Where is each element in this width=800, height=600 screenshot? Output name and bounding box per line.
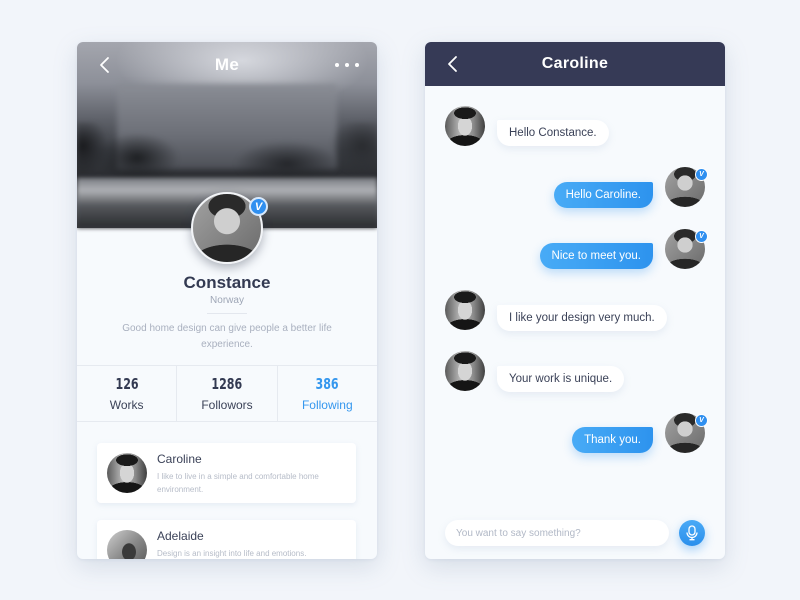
page-title: Me: [214, 55, 240, 74]
chat-header: Caroline: [425, 42, 725, 86]
verified-badge-icon: V: [695, 414, 708, 427]
chevron-left-icon: [448, 56, 457, 72]
stat-value: 126: [115, 375, 139, 393]
profile-screen: Me V Constance Norway Good home design c…: [77, 42, 377, 559]
back-button[interactable]: [95, 55, 115, 75]
stat-followers[interactable]: 1286 Followors: [177, 366, 278, 421]
avatar[interactable]: [445, 106, 485, 146]
back-button[interactable]: [443, 54, 463, 74]
verified-badge-icon: V: [695, 230, 708, 243]
divider: [207, 313, 247, 314]
stat-label: Followors: [201, 398, 253, 412]
voice-input-button[interactable]: [679, 520, 705, 546]
contact-name: Caroline: [157, 452, 202, 466]
contact-list-item[interactable]: Adelaide Design is an insight into life …: [97, 520, 356, 559]
message-bubble-incoming: Hello Constance.: [497, 120, 609, 146]
stat-label: Works: [109, 398, 144, 412]
profile-location: Norway: [210, 295, 244, 306]
stat-value: 386: [315, 375, 339, 393]
profile-name: Constance: [183, 273, 271, 292]
verified-badge-icon: V: [695, 168, 708, 181]
stat-value: 1286: [211, 375, 243, 393]
profile-nav-bar: Me: [77, 42, 377, 88]
contact-list-item[interactable]: Caroline I like to live in a simple and …: [97, 443, 356, 503]
contact-message: Design is an insight into life and emoti…: [157, 549, 307, 558]
avatar: [107, 453, 147, 493]
message-bubble-incoming: Your work is unique.: [497, 366, 625, 392]
chat-title: Caroline: [541, 55, 609, 72]
message-bubble-outgoing: Thank you.: [572, 427, 653, 453]
microphone-icon: [686, 525, 698, 541]
more-button[interactable]: [335, 56, 359, 74]
verified-badge-icon: V: [249, 197, 268, 216]
stat-label: Following: [301, 398, 353, 412]
chat-screen: Caroline Hello Constance. V Hello Caroli…: [425, 42, 725, 559]
message-bubble-incoming: I like your design very much.: [497, 305, 667, 331]
avatar[interactable]: [445, 351, 485, 391]
avatar[interactable]: [445, 290, 485, 330]
contact-message: I like to live in a simple and comfortab…: [157, 472, 319, 494]
profile-stats: 126 Works 1286 Followors 386 Following: [77, 365, 377, 422]
message-input[interactable]: [445, 520, 669, 546]
stat-works[interactable]: 126 Works: [77, 366, 178, 421]
message-bubble-outgoing: Hello Caroline.: [553, 182, 653, 208]
profile-bio: Good home design can give people a bette…: [122, 323, 332, 350]
message-bubble-outgoing: Nice to meet you.: [539, 243, 653, 269]
stat-following[interactable]: 386 Following: [278, 366, 377, 421]
more-horizontal-icon: [335, 63, 339, 67]
chevron-left-icon: [100, 57, 109, 73]
contact-name: Adelaide: [157, 529, 204, 543]
avatar: [107, 530, 147, 559]
